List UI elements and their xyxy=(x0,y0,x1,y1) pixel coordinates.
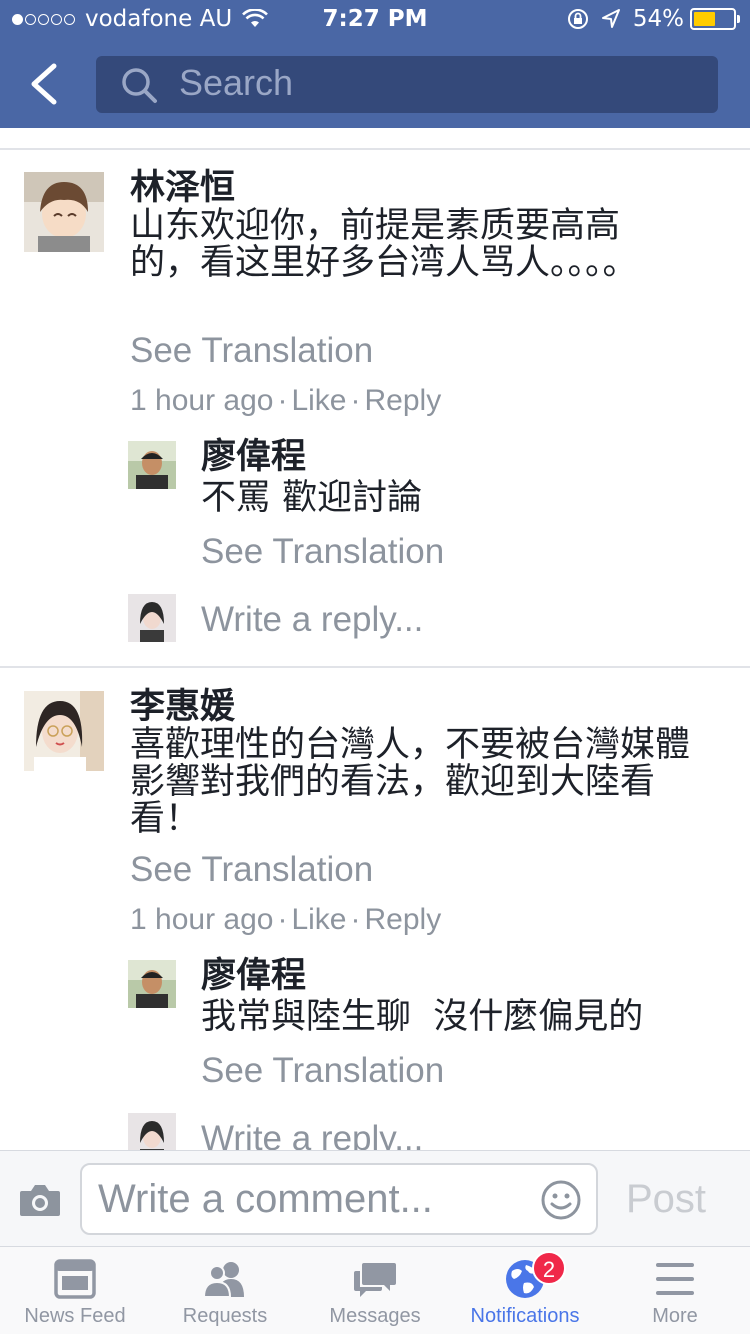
battery-icon xyxy=(690,8,740,30)
my-avatar xyxy=(128,1113,176,1150)
write-reply-input[interactable]: Write a reply... xyxy=(201,600,423,640)
comment-avatar[interactable] xyxy=(24,691,104,771)
comment-avatar[interactable] xyxy=(24,172,104,252)
divider xyxy=(0,666,750,668)
like-link[interactable]: Like xyxy=(291,903,346,936)
messages-icon xyxy=(354,1263,396,1297)
comment-time: 1 hour ago xyxy=(130,384,274,417)
camera-icon[interactable] xyxy=(18,1183,62,1217)
tab-news-feed[interactable]: News Feed xyxy=(0,1247,150,1334)
comment-text: 喜歡理性的台灣人，不要被台灣媒體影響對我們的看法，歡迎到大陸看看！ xyxy=(130,725,691,839)
search-input[interactable]: Search xyxy=(96,56,718,113)
see-translation-link[interactable]: See Translation xyxy=(130,850,373,890)
emoji-icon[interactable] xyxy=(540,1179,582,1221)
reply-text: 我常與陸生聊 沒什麼偏見的 xyxy=(201,997,644,1037)
search-placeholder: Search xyxy=(179,62,294,103)
comment-time: 1 hour ago xyxy=(130,903,274,936)
navigation-header: vodafone AU 7:27 PM 54% Search xyxy=(0,0,750,128)
comment-author[interactable]: 李惠媛 xyxy=(130,687,235,727)
post-button[interactable]: Post xyxy=(626,1177,706,1222)
comment-text: 山东欢迎你，前提是素质要高高的，看这里好多台湾人骂人。。。。 xyxy=(130,206,638,283)
tab-notifications[interactable]: 2 Notifications xyxy=(450,1247,600,1334)
status-bar: vodafone AU 7:27 PM 54% xyxy=(0,0,750,40)
battery-percent: 54% xyxy=(632,6,684,32)
comment-author[interactable]: 林泽恒 xyxy=(130,168,235,208)
tab-label: Messages xyxy=(329,1305,421,1327)
tab-label: More xyxy=(652,1305,698,1327)
divider xyxy=(0,148,750,150)
see-translation-link[interactable]: See Translation xyxy=(201,532,444,572)
notification-badge: 2 xyxy=(532,1251,566,1285)
reply-avatar[interactable] xyxy=(128,960,176,1008)
menu-icon xyxy=(656,1263,694,1295)
search-icon xyxy=(122,68,157,103)
tab-label: News Feed xyxy=(24,1305,126,1327)
tab-more[interactable]: More xyxy=(600,1247,750,1334)
comment-input[interactable]: Write a comment... xyxy=(80,1163,598,1235)
tab-messages[interactable]: Messages xyxy=(300,1247,450,1334)
tab-bar: News Feed Requests Messages 2 Notificati… xyxy=(0,1246,750,1334)
tab-requests[interactable]: Requests xyxy=(150,1247,300,1334)
news-feed-icon xyxy=(54,1259,96,1299)
location-arrow-icon xyxy=(601,9,620,28)
comment-composer: Write a comment... Post xyxy=(0,1150,750,1246)
comment-meta: 1 hour ago · Like · Reply xyxy=(130,903,442,936)
see-translation-link[interactable]: See Translation xyxy=(201,1051,444,1091)
comment-thread[interactable]: 林泽恒 山东欢迎你，前提是素质要高高的，看这里好多台湾人骂人。。。。 See T… xyxy=(0,128,750,1150)
comment-meta: 1 hour ago · Like · Reply xyxy=(130,384,442,417)
write-reply-input[interactable]: Write a reply... xyxy=(201,1119,423,1150)
friend-requests-icon xyxy=(202,1262,244,1298)
orientation-lock-icon xyxy=(567,9,588,29)
tab-label: Notifications xyxy=(470,1305,580,1327)
see-translation-link[interactable]: See Translation xyxy=(130,331,373,371)
reply-author[interactable]: 廖偉程 xyxy=(201,437,306,477)
reply-link[interactable]: Reply xyxy=(365,903,442,936)
like-link[interactable]: Like xyxy=(291,384,346,417)
reply-text: 不罵 歡迎討論 xyxy=(201,478,423,518)
back-button[interactable] xyxy=(20,58,70,110)
comment-placeholder: Write a comment... xyxy=(98,1177,433,1221)
my-avatar xyxy=(128,594,176,642)
reply-link[interactable]: Reply xyxy=(365,384,442,417)
tab-label: Requests xyxy=(182,1305,268,1327)
reply-avatar[interactable] xyxy=(128,441,176,489)
reply-author[interactable]: 廖偉程 xyxy=(201,956,306,996)
